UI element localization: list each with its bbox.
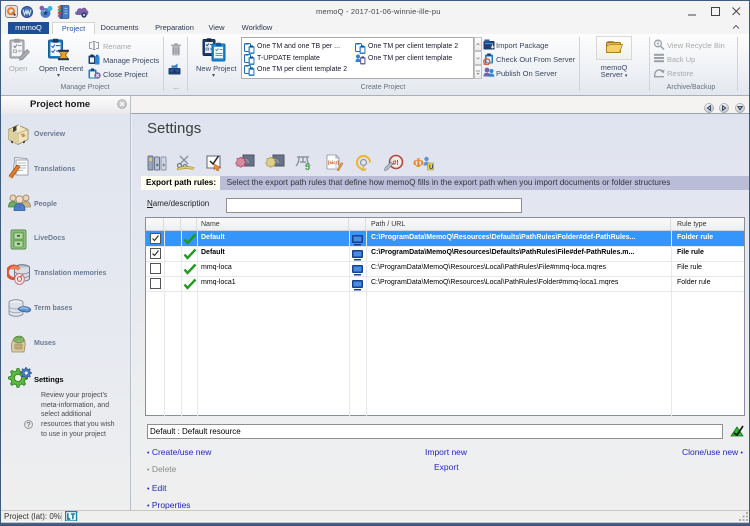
svg-text:U: U	[429, 165, 433, 171]
svg-text:5: 5	[305, 162, 310, 171]
svg-text:#!: #!	[393, 160, 399, 167]
svg-text:[sic!]: [sic!]	[328, 160, 339, 165]
svg-text:Φ: Φ	[413, 155, 424, 170]
